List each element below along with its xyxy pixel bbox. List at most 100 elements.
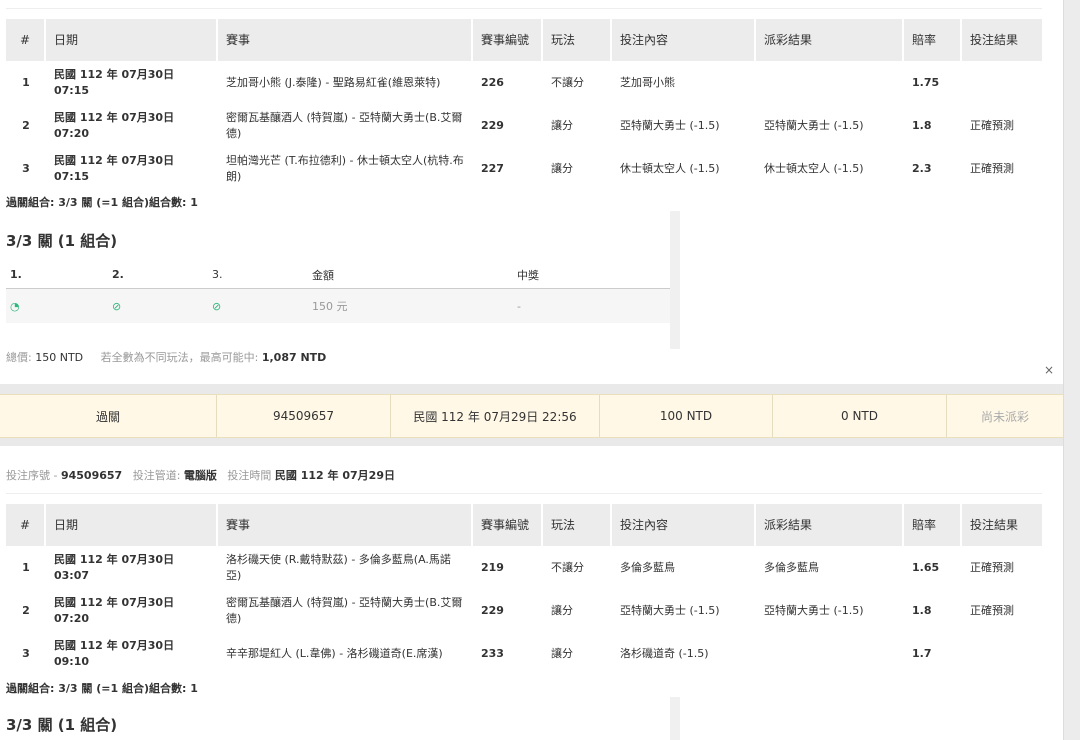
time-text: 03:07 xyxy=(54,568,90,582)
channel-label: 投注管道: xyxy=(132,469,181,482)
row-bet: 休士頓太空人 (-1.5) xyxy=(620,161,720,175)
row-odds: 1.7 xyxy=(912,646,932,660)
col-header-odds: 賠率 xyxy=(904,504,962,546)
row-match-id: 229 xyxy=(481,118,504,132)
row-no: 1 xyxy=(22,75,30,89)
combo-header-amount: 金額 xyxy=(312,268,334,282)
date-text: 民國 112 年 07月30日 xyxy=(54,110,175,124)
combo-amount: 150 元 xyxy=(312,300,348,313)
table-row: 2 民國 112 年 07月30日 07:20 密爾瓦基釀酒人 (特賀嵐) - 亞… xyxy=(6,589,1044,632)
combo-title: 3/3 關 (1 組合) xyxy=(6,716,118,734)
summary-status: 尚未派彩 xyxy=(980,409,1029,424)
summary-payout: 0 NTD xyxy=(773,395,947,437)
date-text: 民國 112 年 07月30日 xyxy=(54,67,175,81)
summary-stake: 100 NTD xyxy=(600,395,773,437)
col-header-date: 日期 xyxy=(46,504,218,546)
table-header-row: # 日期 賽事 賽事編號 玩法 投注內容 派彩結果 賠率 投注結果 xyxy=(6,504,1044,546)
row-odds: 1.75 xyxy=(912,75,940,89)
channel-value: 電腦版 xyxy=(183,469,217,482)
col-header-play: 玩法 xyxy=(543,19,612,61)
serial-label: 投注序號 - xyxy=(6,469,58,482)
col-header-odds: 賠率 xyxy=(904,19,962,61)
total-line: 總價: 150 NTD 若全數為不同玩法，最高可能中: 1,087 NTD xyxy=(6,349,326,365)
divider xyxy=(6,493,1042,494)
bet-table-2: # 日期 賽事 賽事編號 玩法 投注內容 派彩結果 賠率 投注結果 1 民國 1… xyxy=(6,504,1044,675)
table-row: 1 民國 112 年 07月30日 03:07 洛杉磯天使 (R.戴特默茲) - … xyxy=(6,546,1044,589)
row-no: 2 xyxy=(22,118,30,132)
row-bet: 芝加哥小熊 xyxy=(620,75,675,89)
bet-table-1: # 日期 賽事 賽事編號 玩法 投注內容 派彩結果 賠率 投注結果 1 民國 1… xyxy=(6,19,1044,190)
combo-header-2: 2. xyxy=(112,268,124,281)
parlay-summary: 過關組合: 3/3 關 (=1 組合)組合數: 1 xyxy=(6,196,198,209)
combo-header-win: 中獎 xyxy=(517,268,539,282)
combo-header-1: 1. xyxy=(10,268,22,281)
col-header-match-id: 賽事編號 xyxy=(473,19,543,61)
row-date: 民國 112 年 07月30日 07:20 xyxy=(46,104,218,147)
time-text: 07:15 xyxy=(54,83,90,97)
row-match-id: 219 xyxy=(481,560,504,574)
row-play: 不讓分 xyxy=(551,75,584,89)
col-header-bet: 投注內容 xyxy=(612,504,756,546)
row-no: 2 xyxy=(22,603,30,617)
bet-time-value: 民國 112 年 07月29日 xyxy=(274,469,395,482)
row-odds: 1.65 xyxy=(912,560,940,574)
time-text: 07:20 xyxy=(54,126,90,140)
scrollbar[interactable] xyxy=(1063,0,1080,740)
row-bet: 亞特蘭大勇士 (-1.5) xyxy=(620,603,720,617)
row-payout: 亞特蘭大勇士 (-1.5) xyxy=(764,603,864,617)
row-odds: 1.8 xyxy=(912,603,932,617)
max-win-label: 若全數為不同玩法，最高可能中: xyxy=(100,351,259,364)
row-no: 1 xyxy=(22,560,30,574)
total-label: 總價: xyxy=(6,351,32,364)
row-bet: 洛杉磯道奇 (-1.5) xyxy=(620,646,709,660)
row-odds: 2.3 xyxy=(912,161,932,175)
row-play: 不讓分 xyxy=(551,560,584,574)
col-header-no: # xyxy=(6,504,46,546)
row-odds: 1.8 xyxy=(912,118,932,132)
row-result: 正確預測 xyxy=(970,560,1014,574)
row-result xyxy=(962,61,1044,104)
col-header-payout: 派彩結果 xyxy=(756,504,904,546)
row-payout: 多倫多藍鳥 xyxy=(764,560,819,574)
divider xyxy=(670,211,680,349)
table-header-row: # 日期 賽事 賽事編號 玩法 投注內容 派彩結果 賠率 投注結果 xyxy=(6,19,1044,61)
col-header-match: 賽事 xyxy=(218,19,473,61)
row-match-id: 227 xyxy=(481,161,504,175)
col-header-result: 投注結果 xyxy=(962,504,1044,546)
bet-meta: 投注序號 - 94509657 投注管道: 電腦版 投注時間 民國 112 年 … xyxy=(6,467,395,483)
row-no: 3 xyxy=(22,161,30,175)
total-value: 150 NTD xyxy=(35,351,84,364)
col-header-match-id: 賽事編號 xyxy=(473,504,543,546)
row-bet: 多倫多藍鳥 xyxy=(620,560,675,574)
row-match: 密爾瓦基釀酒人 (特賀嵐) - 亞特蘭大勇士(B.艾爾德) xyxy=(226,595,463,625)
row-play: 讓分 xyxy=(551,118,573,132)
row-result: 正確預測 xyxy=(970,603,1014,617)
row-no: 3 xyxy=(22,646,30,660)
date-text: 民國 112 年 07月30日 xyxy=(54,595,175,609)
table-row: 3 民國 112 年 07月30日 07:15 坦帕灣光芒 (T.布拉德利) - … xyxy=(6,147,1044,190)
col-header-play: 玩法 xyxy=(543,504,612,546)
col-header-date: 日期 xyxy=(46,19,218,61)
combo-win: - xyxy=(517,299,521,313)
summary-serial: 94509657 xyxy=(217,395,391,437)
table-row: 2 民國 112 年 07月30日 07:20 密爾瓦基釀酒人 (特賀嵐) - 亞… xyxy=(6,104,1044,147)
col-header-match: 賽事 xyxy=(218,504,473,546)
row-play: 讓分 xyxy=(551,161,573,175)
bet-summary-row[interactable]: 過關 94509657 民國 112 年 07月29日 22:56 100 NT… xyxy=(0,394,1063,438)
divider xyxy=(670,697,680,740)
combo-header-row: 1. 2. 3. 金額 中獎 xyxy=(6,261,670,289)
date-text: 民國 112 年 07月30日 xyxy=(54,638,175,652)
check-circle-icon: ⊘ xyxy=(212,299,222,313)
row-play: 讓分 xyxy=(551,646,573,660)
close-icon[interactable]: × xyxy=(1044,363,1054,377)
row-date: 民國 112 年 07月30日 07:20 xyxy=(46,589,218,632)
combo-header-3: 3. xyxy=(212,268,223,281)
row-payout xyxy=(756,632,904,675)
row-match: 洛杉磯天使 (R.戴特默茲) - 多倫多藍鳥(A.馬諾亞) xyxy=(226,552,451,582)
time-text: 07:15 xyxy=(54,169,90,183)
col-header-result: 投注結果 xyxy=(962,19,1044,61)
summary-time: 民國 112 年 07月29日 22:56 xyxy=(391,395,600,437)
row-match-id: 233 xyxy=(481,646,504,660)
row-match: 坦帕灣光芒 (T.布拉德利) - 休士頓太空人(杭特.布朗) xyxy=(226,153,464,183)
row-match: 密爾瓦基釀酒人 (特賀嵐) - 亞特蘭大勇士(B.艾爾德) xyxy=(226,110,463,140)
